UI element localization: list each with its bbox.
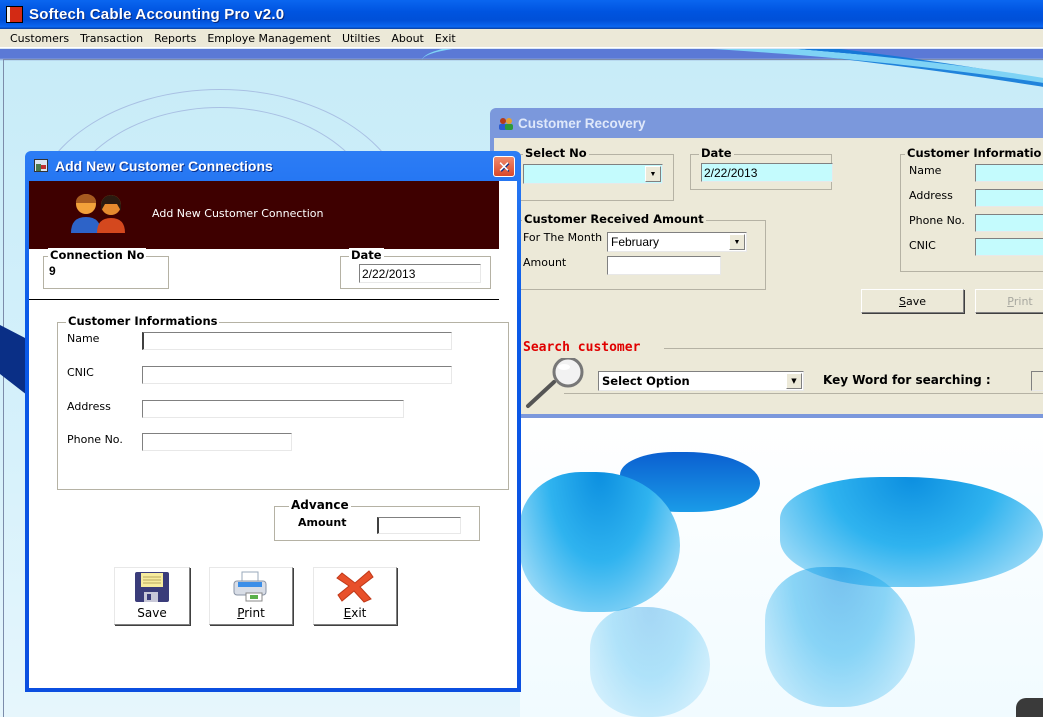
- amount-label: Amount: [523, 256, 567, 269]
- add-customer-title-bar[interactable]: Add New Customer Connections ✕: [25, 151, 521, 181]
- save-button[interactable]: Save: [114, 567, 190, 625]
- exit-rest: xit: [351, 606, 367, 620]
- received-amount-legend: Customer Received Amount: [522, 212, 706, 226]
- select-no-legend: Select No: [523, 146, 589, 160]
- printer-icon: [232, 571, 270, 606]
- header-divider: [29, 299, 499, 300]
- connection-no-legend: Connection No: [48, 248, 147, 262]
- recovery-title: Customer Recovery: [518, 115, 646, 131]
- chevron-down-icon[interactable]: ▼: [729, 234, 745, 250]
- advance-amount-label: Amount: [298, 516, 347, 529]
- app-book-icon: [6, 6, 23, 23]
- add-date-field[interactable]: 2/22/2013: [359, 264, 481, 283]
- close-button[interactable]: ✕: [493, 156, 515, 177]
- add-customer-window: Add New Customer Connections ✕ Add New C…: [25, 151, 521, 692]
- recovery-name-field[interactable]: [975, 164, 1043, 182]
- phone-label: Phone No.: [67, 433, 123, 446]
- menu-utilities[interactable]: Utilties: [337, 32, 386, 45]
- map-north-america: [520, 472, 680, 612]
- recovery-name-label: Name: [909, 164, 942, 177]
- phone-field[interactable]: [142, 433, 292, 451]
- map-africa: [765, 567, 915, 707]
- exit-button[interactable]: Exit: [313, 567, 397, 625]
- users-icon: [498, 117, 514, 130]
- advance-amount-field[interactable]: [377, 517, 461, 534]
- print-rest: rint: [244, 606, 265, 620]
- floppy-disk-icon: [134, 571, 170, 606]
- cnic-field[interactable]: [142, 366, 452, 384]
- add-customer-header-band: Add New Customer Connection: [29, 181, 499, 249]
- menu-about[interactable]: About: [386, 32, 430, 45]
- month-dropdown[interactable]: February ▼: [607, 232, 747, 252]
- menu-reports[interactable]: Reports: [149, 32, 202, 45]
- print-label: Print: [237, 606, 265, 620]
- connection-no-group: Connection No: [43, 248, 169, 289]
- two-users-icon: [69, 191, 131, 236]
- recovery-date-field[interactable]: 2/22/2013: [701, 163, 833, 182]
- app-title: Softech Cable Accounting Pro v2.0: [29, 6, 285, 23]
- chevron-down-icon[interactable]: ▼: [786, 373, 802, 389]
- connection-no-value: 9: [49, 264, 56, 278]
- recovery-body: Select No ▼ Date 2/22/2013 Customer Rece…: [494, 138, 1043, 414]
- month-value: February: [611, 235, 660, 249]
- print-button[interactable]: Print: [209, 567, 293, 625]
- magnifier-icon: [524, 356, 592, 413]
- recovery-title-bar[interactable]: Customer Recovery: [490, 108, 1043, 138]
- month-label: For The Month: [523, 231, 603, 244]
- print-mnemonic: P: [1007, 294, 1014, 308]
- add-customer-body: Add New Customer Connection Connection N…: [29, 181, 517, 688]
- form-icon: [34, 159, 48, 172]
- recovery-print-button[interactable]: Print: [975, 289, 1043, 313]
- customer-recovery-window: Customer Recovery Select No ▼ Date 2/22/…: [490, 108, 1043, 418]
- recovery-cnic-label: CNIC: [909, 239, 936, 252]
- keyword-label: Key Word for searching :: [823, 373, 991, 387]
- menu-transaction[interactable]: Transaction: [75, 32, 149, 45]
- recovery-date-legend: Date: [699, 146, 734, 160]
- search-option-dropdown[interactable]: Select Option ▼: [598, 371, 804, 391]
- world-map-background: [520, 417, 1043, 717]
- tray-widget-icon: [1016, 698, 1043, 717]
- name-field[interactable]: [142, 332, 452, 350]
- name-label: Name: [67, 332, 100, 345]
- map-south-america: [590, 607, 710, 717]
- search-customer-legend: Search customer: [523, 340, 641, 355]
- exit-label: Exit: [344, 606, 367, 620]
- red-x-icon: [336, 569, 374, 606]
- cnic-label: CNIC: [67, 366, 94, 379]
- recovery-cnic-field[interactable]: [975, 238, 1043, 256]
- menu-bar: Customers Transaction Reports Employe Ma…: [0, 29, 1043, 48]
- menu-customers[interactable]: Customers: [5, 32, 75, 45]
- menu-employe-management[interactable]: Employe Management: [202, 32, 337, 45]
- recovery-phone-label: Phone No.: [909, 214, 965, 227]
- chevron-down-icon[interactable]: ▼: [645, 166, 661, 182]
- recovery-address-field[interactable]: [975, 189, 1043, 207]
- menu-exit[interactable]: Exit: [430, 32, 462, 45]
- app-title-bar: Softech Cable Accounting Pro v2.0: [0, 0, 1043, 29]
- recovery-save-button[interactable]: Save: [861, 289, 964, 313]
- search-divider: [664, 348, 1043, 349]
- add-customer-title: Add New Customer Connections: [55, 158, 273, 174]
- customer-info-legend: Customer Informations: [66, 314, 220, 328]
- select-no-dropdown[interactable]: ▼: [523, 164, 663, 184]
- close-icon: ✕: [497, 157, 511, 176]
- keyword-field[interactable]: [1031, 371, 1043, 391]
- recovery-address-label: Address: [909, 189, 953, 202]
- advance-legend: Advance: [289, 498, 351, 512]
- save-label: Save: [137, 606, 167, 620]
- print-label: rint: [1013, 294, 1033, 308]
- address-field[interactable]: [142, 400, 404, 418]
- address-label: Address: [67, 400, 111, 413]
- save-label: ave: [905, 294, 926, 308]
- save-mnemonic: S: [898, 294, 906, 308]
- add-date-legend: Date: [349, 248, 384, 262]
- recovery-customer-info-legend: Customer Informatio: [905, 146, 1043, 160]
- search-bottom-divider: [564, 393, 1043, 394]
- amount-field[interactable]: [607, 256, 721, 275]
- recovery-phone-field[interactable]: [975, 214, 1043, 232]
- search-option-value: Select Option: [602, 374, 690, 388]
- header-text: Add New Customer Connection: [152, 207, 324, 220]
